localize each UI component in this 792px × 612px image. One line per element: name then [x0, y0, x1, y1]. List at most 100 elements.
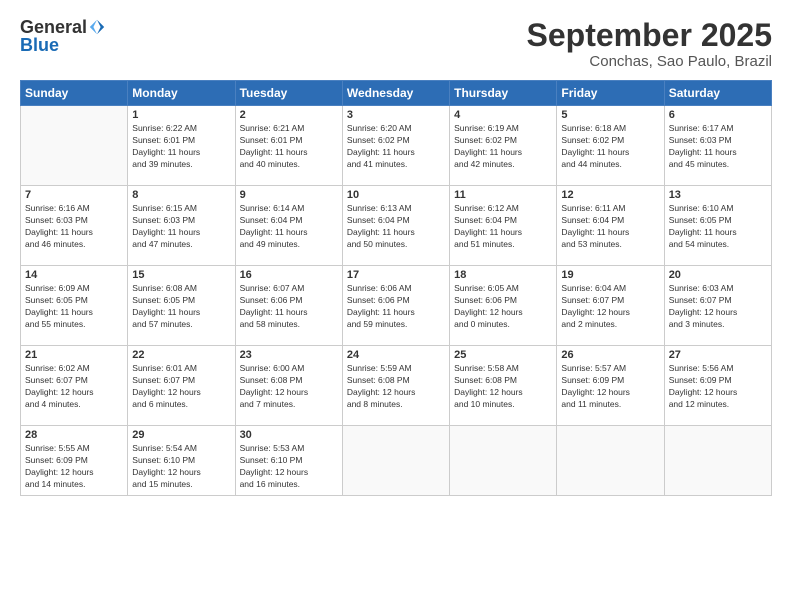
cell-line: Daylight: 11 hours [454, 147, 552, 159]
logo-blue-text: Blue [20, 35, 59, 55]
logo-icon [88, 18, 106, 36]
day-number: 13 [669, 189, 767, 201]
cell-line: and 58 minutes. [240, 319, 338, 331]
calendar-body: 1Sunrise: 6:22 AMSunset: 6:01 PMDaylight… [21, 106, 772, 496]
cell-line: and 6 minutes. [132, 399, 230, 411]
cell-line: Sunset: 6:07 PM [25, 375, 123, 387]
calendar-cell: 6Sunrise: 6:17 AMSunset: 6:03 PMDaylight… [664, 106, 771, 186]
cell-line: Daylight: 12 hours [132, 467, 230, 479]
cell-line: Sunrise: 5:56 AM [669, 363, 767, 375]
cell-line: and 42 minutes. [454, 159, 552, 171]
cell-line: Sunset: 6:04 PM [240, 215, 338, 227]
calendar-cell [450, 426, 557, 496]
cell-line: and 41 minutes. [347, 159, 445, 171]
cell-line: Daylight: 11 hours [347, 307, 445, 319]
calendar-cell: 4Sunrise: 6:19 AMSunset: 6:02 PMDaylight… [450, 106, 557, 186]
cell-line: Sunrise: 6:11 AM [561, 203, 659, 215]
calendar-cell: 16Sunrise: 6:07 AMSunset: 6:06 PMDayligh… [235, 266, 342, 346]
calendar-cell: 5Sunrise: 6:18 AMSunset: 6:02 PMDaylight… [557, 106, 664, 186]
day-number: 25 [454, 349, 552, 361]
day-number: 30 [240, 429, 338, 441]
calendar-header-row: Sunday Monday Tuesday Wednesday Thursday… [21, 81, 772, 106]
cell-line: Sunset: 6:08 PM [454, 375, 552, 387]
calendar-week-1: 7Sunrise: 6:16 AMSunset: 6:03 PMDaylight… [21, 186, 772, 266]
header: General Blue September 2025 Conchas, Sao… [20, 18, 772, 70]
cell-line: and 16 minutes. [240, 479, 338, 491]
cell-line: and 15 minutes. [132, 479, 230, 491]
cell-line: Sunset: 6:01 PM [132, 135, 230, 147]
cell-line: Sunset: 6:04 PM [347, 215, 445, 227]
cell-line: Daylight: 11 hours [347, 227, 445, 239]
cell-line: Daylight: 12 hours [561, 387, 659, 399]
cell-line: Sunset: 6:08 PM [240, 375, 338, 387]
day-number: 14 [25, 269, 123, 281]
calendar-cell: 20Sunrise: 6:03 AMSunset: 6:07 PMDayligh… [664, 266, 771, 346]
cell-line: Daylight: 11 hours [25, 307, 123, 319]
day-number: 18 [454, 269, 552, 281]
cell-line: Sunset: 6:07 PM [561, 295, 659, 307]
cell-line: and 53 minutes. [561, 239, 659, 251]
calendar-cell: 19Sunrise: 6:04 AMSunset: 6:07 PMDayligh… [557, 266, 664, 346]
calendar-cell: 22Sunrise: 6:01 AMSunset: 6:07 PMDayligh… [128, 346, 235, 426]
cell-line: Daylight: 12 hours [454, 307, 552, 319]
cell-line: Sunrise: 5:58 AM [454, 363, 552, 375]
cell-line: and 50 minutes. [347, 239, 445, 251]
day-number: 26 [561, 349, 659, 361]
cell-line: and 40 minutes. [240, 159, 338, 171]
cell-line: Daylight: 11 hours [347, 147, 445, 159]
cell-line: Daylight: 11 hours [669, 147, 767, 159]
location: Conchas, Sao Paulo, Brazil [527, 53, 772, 70]
cell-line: Sunset: 6:04 PM [454, 215, 552, 227]
cell-line: and 12 minutes. [669, 399, 767, 411]
cell-line: Sunrise: 6:14 AM [240, 203, 338, 215]
cell-line: Sunrise: 6:12 AM [454, 203, 552, 215]
cell-line: and 47 minutes. [132, 239, 230, 251]
cell-line: Sunrise: 5:55 AM [25, 443, 123, 455]
calendar-cell: 23Sunrise: 6:00 AMSunset: 6:08 PMDayligh… [235, 346, 342, 426]
cell-line: Sunrise: 6:18 AM [561, 123, 659, 135]
cell-line: and 49 minutes. [240, 239, 338, 251]
calendar-cell: 29Sunrise: 5:54 AMSunset: 6:10 PMDayligh… [128, 426, 235, 496]
cell-line: Sunrise: 6:05 AM [454, 283, 552, 295]
day-number: 22 [132, 349, 230, 361]
cell-line: Sunrise: 6:17 AM [669, 123, 767, 135]
cell-line: Sunrise: 5:59 AM [347, 363, 445, 375]
calendar-cell [557, 426, 664, 496]
cell-line: and 46 minutes. [25, 239, 123, 251]
cell-line: Daylight: 12 hours [25, 467, 123, 479]
day-number: 27 [669, 349, 767, 361]
day-number: 7 [25, 189, 123, 201]
calendar-cell: 11Sunrise: 6:12 AMSunset: 6:04 PMDayligh… [450, 186, 557, 266]
calendar-cell [21, 106, 128, 186]
cell-line: and 57 minutes. [132, 319, 230, 331]
day-number: 21 [25, 349, 123, 361]
day-number: 29 [132, 429, 230, 441]
day-number: 12 [561, 189, 659, 201]
cell-line: and 14 minutes. [25, 479, 123, 491]
cell-line: Sunset: 6:05 PM [132, 295, 230, 307]
cell-line: Sunset: 6:02 PM [347, 135, 445, 147]
cell-line: Sunrise: 6:15 AM [132, 203, 230, 215]
cell-line: and 8 minutes. [347, 399, 445, 411]
cell-line: Daylight: 11 hours [240, 147, 338, 159]
logo-general-text: General [20, 18, 87, 36]
calendar-cell: 7Sunrise: 6:16 AMSunset: 6:03 PMDaylight… [21, 186, 128, 266]
cell-line: Daylight: 11 hours [240, 227, 338, 239]
cell-line: Sunset: 6:06 PM [240, 295, 338, 307]
month-title: September 2025 [527, 18, 772, 53]
calendar-week-0: 1Sunrise: 6:22 AMSunset: 6:01 PMDaylight… [21, 106, 772, 186]
cell-line: Sunset: 6:03 PM [669, 135, 767, 147]
day-number: 2 [240, 109, 338, 121]
cell-line: Daylight: 11 hours [132, 307, 230, 319]
calendar-cell [342, 426, 449, 496]
calendar-cell: 14Sunrise: 6:09 AMSunset: 6:05 PMDayligh… [21, 266, 128, 346]
day-number: 9 [240, 189, 338, 201]
cell-line: Sunset: 6:02 PM [454, 135, 552, 147]
cell-line: Sunrise: 6:13 AM [347, 203, 445, 215]
cell-line: Daylight: 12 hours [669, 307, 767, 319]
header-monday: Monday [128, 81, 235, 106]
day-number: 1 [132, 109, 230, 121]
cell-line: Sunset: 6:09 PM [25, 455, 123, 467]
cell-line: and 2 minutes. [561, 319, 659, 331]
cell-line: and 4 minutes. [25, 399, 123, 411]
